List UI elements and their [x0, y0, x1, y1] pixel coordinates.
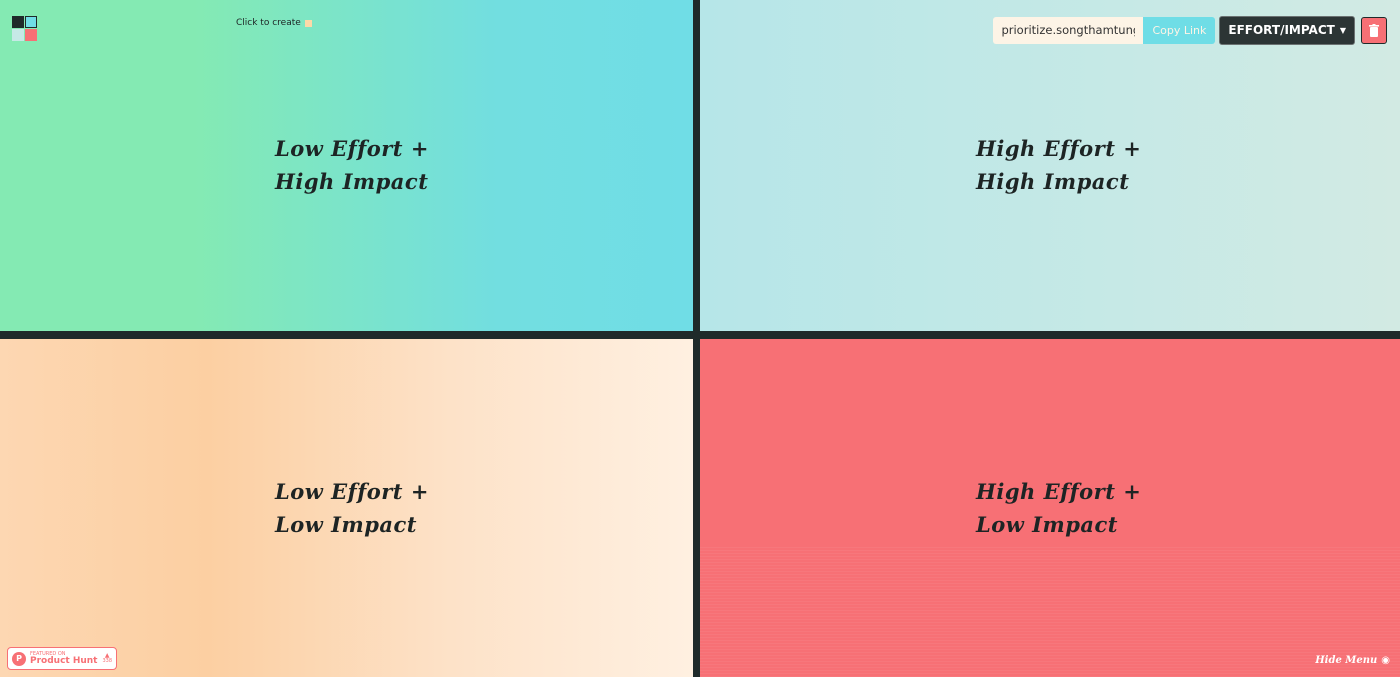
quadrant-label-line1: High Effort +: [976, 136, 1142, 161]
caret-down-icon: ▼: [1339, 25, 1346, 35]
quadrant-label-line2: Low Impact: [976, 512, 1118, 537]
trash-icon: [1369, 23, 1379, 37]
quadrant-label: Low Effort + High Impact: [275, 132, 429, 198]
product-hunt-votes: ▲ 338: [102, 653, 112, 664]
delete-button[interactable]: [1361, 16, 1387, 44]
copy-link-button[interactable]: Copy Link: [1143, 16, 1216, 44]
hide-menu-label: Hide Menu: [1315, 655, 1378, 666]
quadrant-label-line2: High Impact: [976, 169, 1130, 194]
quadrant-low-effort-low-impact[interactable]: Low Effort + Low Impact: [0, 339, 693, 677]
mode-select[interactable]: EFFORT/IMPACT ▼: [1219, 15, 1355, 45]
toolbar: Copy Link EFFORT/IMPACT ▼: [993, 15, 1387, 45]
share-url-input[interactable]: [993, 16, 1144, 44]
quadrant-label-line1: Low Effort +: [275, 479, 429, 504]
quadrant-high-effort-high-impact[interactable]: High Effort + High Impact: [700, 0, 1400, 331]
app-logo-icon[interactable]: [12, 16, 38, 42]
hide-menu-button[interactable]: Hide Menu ◉: [1315, 655, 1390, 666]
quadrant-label: Low Effort + Low Impact: [275, 475, 429, 541]
quadrant-high-effort-low-impact[interactable]: High Effort + Low Impact: [700, 339, 1400, 677]
quadrant-label-line2: Low Impact: [275, 512, 417, 537]
color-swatch-icon[interactable]: [304, 19, 312, 27]
quadrant-label-line1: Low Effort +: [275, 136, 429, 161]
quadrant-label: High Effort + High Impact: [976, 132, 1141, 198]
quadrant-low-effort-high-impact[interactable]: Low Effort + High Impact: [0, 0, 693, 331]
mode-select-value: EFFORT/IMPACT: [1228, 23, 1335, 37]
product-hunt-logo-icon: P: [12, 651, 26, 666]
click-to-create-hint: Click to create: [236, 18, 312, 28]
quadrant-label: High Effort + Low Impact: [976, 475, 1141, 541]
product-hunt-vote-count: 338: [102, 658, 112, 664]
quadrant-label-line1: High Effort +: [976, 479, 1142, 504]
quadrant-label-line2: High Impact: [275, 169, 429, 194]
product-hunt-text: FEATURED ON Product Hunt: [30, 651, 98, 666]
product-hunt-badge[interactable]: P FEATURED ON Product Hunt ▲ 338: [7, 647, 117, 670]
product-hunt-name: Product Hunt: [30, 655, 98, 666]
click-to-create-label: Click to create: [236, 18, 301, 28]
eye-icon: ◉: [1381, 655, 1390, 666]
